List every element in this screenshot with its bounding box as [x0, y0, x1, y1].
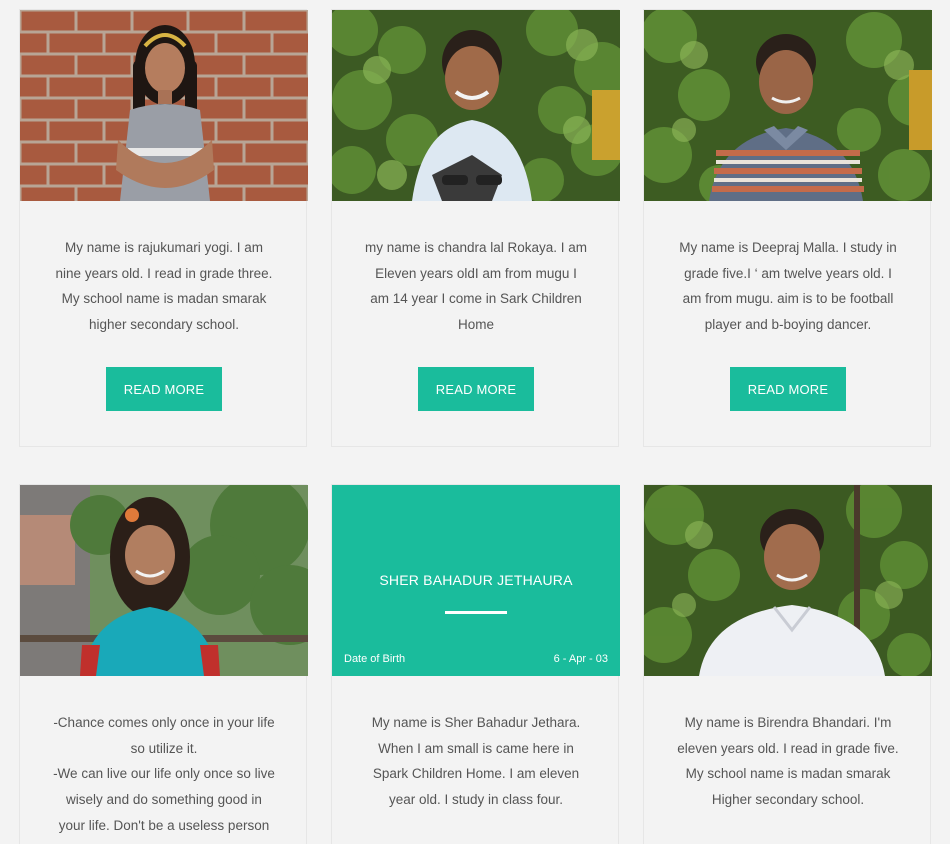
description-line: nine years old. I read in grade three. — [55, 265, 273, 281]
child-photo[interactable] — [20, 10, 308, 201]
card-body: My name is Birendra Bhandari. I'm eleven… — [644, 676, 932, 813]
card-body: my name is chandra lal Rokaya. I am Elev… — [332, 201, 620, 411]
description-line: player and b-boying dancer. — [704, 317, 872, 333]
description-line: My name is Birendra Bhandari. I'm — [684, 715, 892, 730]
child-photo[interactable] — [332, 10, 620, 201]
description-line: My name is Sher Bahadur Jethara. — [371, 715, 581, 730]
child-card: My name is rajukumari yogi. I am nine ye… — [19, 9, 308, 447]
description-line: Home — [457, 317, 494, 333]
description-line: Eleven years oldI am from mugu I — [375, 265, 577, 281]
card-body: -Chance comes only once in your life so … — [20, 676, 308, 839]
card-body: My name is Sher Bahadur Jethara. When I … — [332, 676, 620, 813]
description-line: eleven years old. I read in grade five. — [677, 740, 899, 756]
description-line: am from mugu. aim is to be football — [682, 291, 894, 307]
description-line: -Chance comes only once in your life — [53, 715, 275, 730]
description-line: your life. Don't be a useless person — [58, 817, 270, 833]
child-card: -Chance comes only once in your life so … — [19, 484, 308, 844]
description-line: My name is Deepraj Malla. I study in — [679, 240, 897, 255]
child-card: SHER BAHADUR JETHAURA Date of Birth 6 - … — [331, 484, 620, 844]
description-line: When I am small is came here in — [378, 740, 574, 756]
child-photo[interactable] — [644, 485, 932, 676]
description-line: higher secondary school. — [88, 317, 240, 333]
card-description: My name is Sher Bahadur Jethara. When I … — [361, 676, 591, 813]
read-more-button[interactable]: READ MORE — [106, 367, 222, 411]
child-card: my name is chandra lal Rokaya. I am Elev… — [331, 9, 620, 447]
description-line: -We can live our life only once so live — [53, 766, 275, 782]
divider — [445, 611, 507, 614]
card-description: my name is chandra lal Rokaya. I am Elev… — [361, 201, 591, 338]
description-line: My name is rajukumari yogi. I am — [64, 240, 264, 255]
read-more-button[interactable]: READ MORE — [418, 367, 534, 411]
child-card: My name is Deepraj Malla. I study in gra… — [643, 9, 932, 447]
child-card: My name is Birendra Bhandari. I'm eleven… — [643, 484, 932, 844]
description-line: Higher secondary school. — [711, 792, 865, 808]
profile-overlay[interactable]: SHER BAHADUR JETHAURA Date of Birth 6 - … — [332, 485, 620, 676]
dob-value: 6 - Apr - 03 — [553, 653, 608, 665]
card-description: My name is rajukumari yogi. I am nine ye… — [49, 201, 279, 338]
dob-label: Date of Birth — [344, 653, 406, 665]
description-line: grade five.I ‘ am twelve years old. I — [684, 265, 892, 281]
read-more-button[interactable]: READ MORE — [730, 367, 846, 411]
child-name: SHER BAHADUR JETHAURA — [379, 572, 573, 588]
description-line: wisely and do something good in — [66, 792, 262, 808]
card-body: My name is Deepraj Malla. I study in gra… — [644, 201, 932, 411]
description-line: year old. I study in class four. — [388, 792, 564, 808]
description-line: am 14 year I come in Sark Children — [370, 291, 582, 307]
child-photo[interactable] — [644, 10, 932, 201]
card-description: My name is Birendra Bhandari. I'm eleven… — [673, 676, 903, 813]
card-description: My name is Deepraj Malla. I study in gra… — [673, 201, 903, 338]
card-body: My name is rajukumari yogi. I am nine ye… — [20, 201, 308, 411]
child-photo[interactable] — [20, 485, 308, 676]
description-line: my name is chandra lal Rokaya. I am — [364, 240, 588, 255]
description-line: so utilize it. — [130, 740, 198, 756]
card-description: -Chance comes only once in your life so … — [39, 676, 289, 839]
description-line: My school name is madan smarak — [61, 291, 267, 307]
description-line: My school name is madan smarak — [685, 766, 891, 782]
description-line: Spark Children Home. I am eleven — [372, 766, 580, 782]
